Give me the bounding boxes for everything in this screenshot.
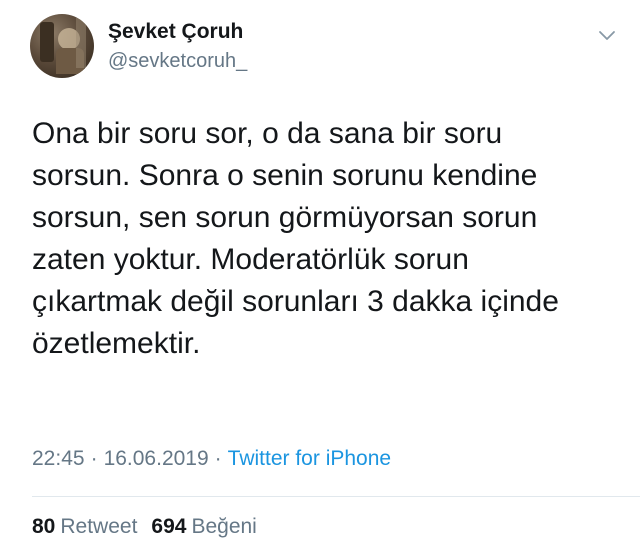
tweet-header: Şevket Çoruh @sevketcoruh_ [30, 14, 620, 84]
retweets-label: Retweet [60, 515, 138, 538]
tweet-source-link[interactable]: Twitter for iPhone [228, 447, 391, 470]
likes-count: 694 [151, 515, 187, 538]
avatar[interactable] [30, 14, 94, 78]
chevron-down-icon[interactable] [596, 24, 618, 46]
tweet-meta: 22:45 · 16.06.2019 · Twitter for iPhone [32, 447, 391, 471]
likes-stat[interactable]: 694 Beğeni [151, 515, 256, 538]
meta-separator: · [214, 447, 222, 470]
tweet-time[interactable]: 22:45 [32, 447, 85, 470]
tweet-card: Şevket Çoruh @sevketcoruh_ Ona bir soru … [0, 0, 640, 559]
retweets-stat[interactable]: 80 Retweet [32, 515, 137, 538]
tweet-stats: 80 Retweet 694 Beğeni [32, 515, 257, 539]
author-display-name[interactable]: Şevket Çoruh [108, 20, 243, 44]
author-handle[interactable]: @sevketcoruh_ [108, 50, 247, 73]
meta-separator: · [90, 447, 98, 470]
tweet-date[interactable]: 16.06.2019 [104, 447, 209, 470]
retweets-count: 80 [32, 515, 56, 538]
likes-label: Beğeni [191, 515, 257, 538]
divider [32, 496, 640, 497]
tweet-text: Ona bir soru sor, o da sana bir soru sor… [32, 117, 559, 360]
